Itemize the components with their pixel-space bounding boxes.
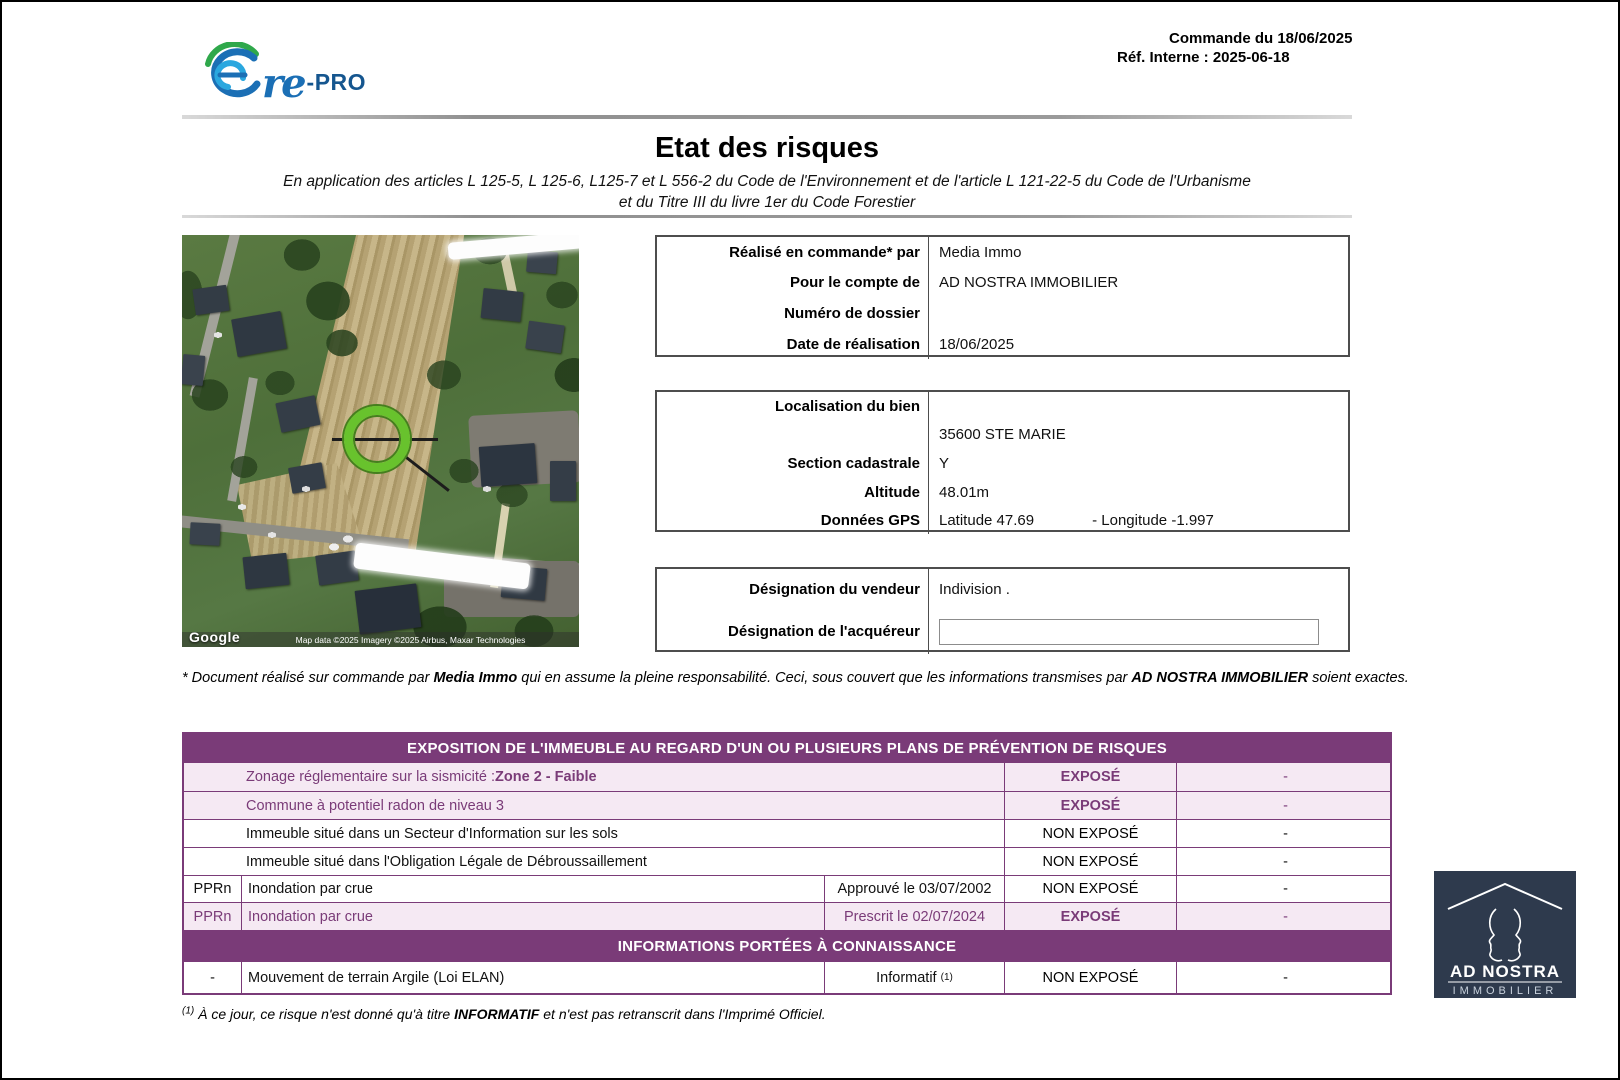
field-value	[929, 298, 1348, 329]
risk-table-header: EXPOSITION DE L'IMMEUBLE AU REGARD D'UN …	[184, 734, 1390, 763]
field-value: 35600 STE MARIE	[929, 420, 1348, 449]
risk-detail: -	[1176, 962, 1394, 993]
field-label	[657, 420, 929, 449]
ad-nostra-subtitle: IMMOBILIER	[1453, 985, 1558, 997]
table-row: - Mouvement de terrain Argile (Loi ELAN)…	[184, 961, 1390, 993]
risk-label: Immeuble situé dans un Secteur d'Informa…	[184, 820, 1004, 847]
google-logo: Google	[189, 629, 240, 645]
risk-label: Mouvement de terrain Argile (Loi ELAN)	[241, 962, 824, 993]
field-value: 48.01m	[929, 478, 1348, 506]
field-value: 18/06/2025	[929, 329, 1348, 359]
field-value: Y	[929, 449, 1348, 478]
risk-detail: -	[1176, 763, 1394, 791]
field-label: Numéro de dossier	[657, 298, 929, 329]
risk-detail: -	[1176, 820, 1394, 847]
map-target-marker	[344, 406, 410, 472]
risk-status: NON EXPOSÉ	[1004, 848, 1176, 875]
field-value	[929, 392, 1348, 420]
risk-date: Approuvé le 03/07/2002	[824, 876, 1004, 902]
risk-label: Immeuble situé dans l'Obligation Légale …	[184, 848, 1004, 875]
ad-nostra-logo: AD NOSTRA IMMOBILIER	[1434, 871, 1576, 998]
risk-label: Inondation par crue	[241, 903, 824, 930]
ad-nostra-logo-icon: AD NOSTRA IMMOBILIER	[1434, 871, 1576, 998]
risk-status: NON EXPOSÉ	[1004, 962, 1176, 993]
risk-status: NON EXPOSÉ	[1004, 876, 1176, 902]
satellite-map: Map data ©2025 Imagery ©2025 Airbus, Max…	[182, 235, 579, 647]
field-label: Désignation du vendeur	[657, 569, 929, 609]
field-label: Date de réalisation	[657, 329, 929, 359]
risk-code: PPRn	[184, 876, 241, 902]
document-title-block: Etat des risques En application des arti…	[182, 132, 1352, 213]
header-references: Commande du 18/06/2025 Réf. Interne : 20…	[1117, 29, 1352, 67]
risk-label: Zonage réglementaire sur la sismicité : …	[184, 763, 1004, 791]
order-info-table: Réalisé en commande* par Media Immo Pour…	[655, 235, 1350, 357]
buyer-value-cell	[929, 609, 1348, 654]
risk-code: -	[184, 962, 241, 993]
field-label: Localisation du bien	[657, 392, 929, 420]
ere-pro-logo: re -PRO	[198, 36, 366, 102]
risk-table-section-header: INFORMATIONS PORTÉES À CONNAISSANCE	[184, 930, 1390, 961]
field-label: Altitude	[657, 478, 929, 506]
risk-status: EXPOSÉ	[1004, 792, 1176, 819]
gps-value: Latitude 47.69 - Longitude -1.997	[929, 506, 1348, 534]
risk-exposure-table: EXPOSITION DE L'IMMEUBLE AU REGARD D'UN …	[182, 732, 1392, 995]
title-subtitle: En application des articles L 125-5, L 1…	[182, 171, 1352, 213]
map-attribution: Map data ©2025 Imagery ©2025 Airbus, Max…	[182, 632, 579, 647]
field-label: Réalisé en commande* par	[657, 237, 929, 267]
field-label: Pour le compte de	[657, 267, 929, 298]
field-value: Media Immo	[929, 237, 1348, 267]
risk-detail: -	[1176, 848, 1394, 875]
risk-date: Prescrit le 02/07/2024	[824, 903, 1004, 930]
table-row: Immeuble situé dans l'Obligation Légale …	[184, 847, 1390, 875]
ere-pro-logo-suffix: -PRO	[307, 69, 367, 102]
report-page: re -PRO Commande du 18/06/2025 Réf. Inte…	[0, 0, 1620, 1080]
table-row: PPRn Inondation par crue Prescrit le 02/…	[184, 902, 1390, 930]
designation-table: Désignation du vendeur Indivision . Dési…	[655, 567, 1350, 652]
page-title: Etat des risques	[182, 132, 1352, 165]
vendor-value: Indivision .	[929, 569, 1348, 609]
location-info-table: Localisation du bien 35600 STE MARIE Sec…	[655, 390, 1350, 532]
risk-label: Inondation par crue	[241, 876, 824, 902]
field-label: Données GPS	[657, 506, 929, 534]
table-row: Immeuble situé dans un Secteur d'Informa…	[184, 819, 1390, 847]
field-label: Désignation de l'acquéreur	[657, 609, 929, 654]
risk-date: Informatif (1)	[824, 962, 1004, 993]
divider	[182, 115, 1352, 119]
risk-status: EXPOSÉ	[1004, 903, 1176, 930]
risk-status: NON EXPOSÉ	[1004, 820, 1176, 847]
risk-detail: -	[1176, 792, 1394, 819]
footnote-star: * Document réalisé sur commande par Medi…	[182, 668, 1427, 688]
order-date: Commande du 18/06/2025	[1169, 29, 1352, 48]
risk-status: EXPOSÉ	[1004, 763, 1176, 791]
field-value: AD NOSTRA IMMOBILIER	[929, 267, 1348, 298]
table-row: Zonage réglementaire sur la sismicité : …	[184, 763, 1390, 791]
ere-pro-swirl-icon	[198, 42, 262, 102]
ad-nostra-name: AD NOSTRA	[1450, 962, 1560, 981]
divider	[182, 215, 1352, 218]
table-row: Commune à potentiel radon de niveau 3 EX…	[184, 791, 1390, 819]
risk-label: Commune à potentiel radon de niveau 3	[184, 792, 1004, 819]
ere-pro-logo-text: re	[262, 66, 305, 102]
internal-ref: Réf. Interne : 2025-06-18	[1117, 48, 1352, 67]
table-row: PPRn Inondation par crue Approuvé le 03/…	[184, 875, 1390, 902]
risk-detail: -	[1176, 876, 1394, 902]
risk-code: PPRn	[184, 903, 241, 930]
field-label: Section cadastrale	[657, 449, 929, 478]
buyer-input[interactable]	[939, 619, 1319, 645]
risk-detail: -	[1176, 903, 1394, 930]
footnote-informatif: (1) À ce jour, ce risque n'est donné qu'…	[182, 1004, 1427, 1024]
